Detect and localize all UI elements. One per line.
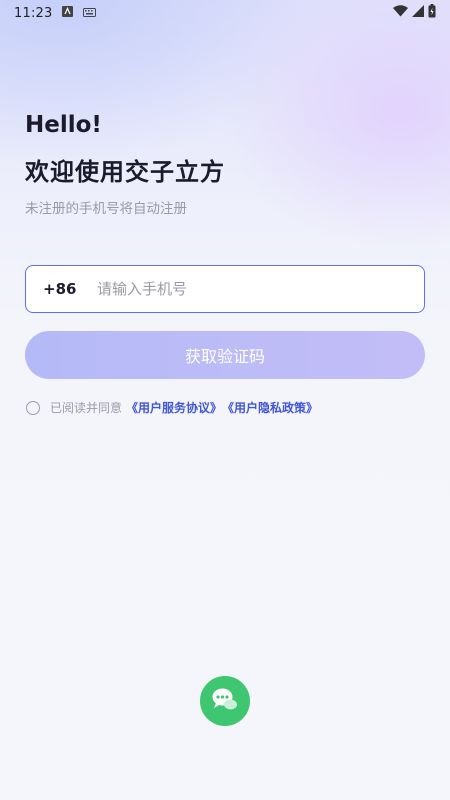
battery-icon	[428, 4, 436, 22]
android-icon	[62, 5, 74, 21]
wechat-icon	[211, 687, 239, 715]
subtitle: 未注册的手机号将自动注册	[25, 201, 187, 217]
privacy-policy-link[interactable]: 《用户隐私政策》	[222, 399, 318, 416]
wechat-login-button[interactable]	[200, 676, 250, 726]
status-bar: 11:23	[0, 0, 450, 26]
wifi-icon	[393, 5, 408, 21]
country-code[interactable]: +86	[43, 280, 97, 298]
status-right	[393, 4, 436, 22]
agree-checkbox[interactable]	[26, 400, 40, 415]
hello-heading: Hello!	[25, 112, 102, 138]
phone-input-box: +86	[25, 265, 425, 313]
signal-icon	[412, 5, 424, 21]
status-left: 11:23	[14, 5, 97, 21]
status-time: 11:23	[14, 5, 53, 21]
user-agreement-link[interactable]: 《用户服务协议》	[126, 399, 222, 416]
phone-input[interactable]	[97, 280, 424, 298]
agreement-row: 已阅读并同意 《用户服务协议》 《用户隐私政策》	[26, 399, 318, 416]
agree-text: 已阅读并同意	[50, 401, 123, 415]
welcome-heading: 欢迎使用交子立方	[25, 158, 225, 186]
keyboard-icon	[83, 6, 97, 21]
get-code-button[interactable]: 获取验证码	[25, 331, 425, 379]
